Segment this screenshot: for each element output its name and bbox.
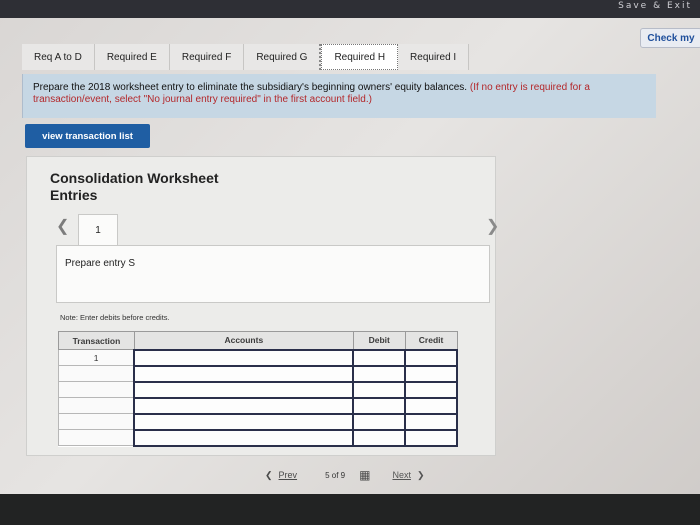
prev-button[interactable]: ❮ Prev [265,470,297,481]
bottom-bar [0,494,700,525]
credit-input[interactable] [404,396,458,415]
tab-required-h[interactable]: Required H [321,44,399,70]
transaction-cell [58,365,135,382]
table-row [58,412,458,431]
table-row [58,428,458,447]
tab-req-a-to-d[interactable]: Req A to D [22,44,95,70]
header-credit: Credit [404,331,458,350]
transaction-cell [58,397,135,414]
transaction-cell [58,381,135,398]
view-transaction-list-button[interactable]: view transaction list [25,124,150,148]
grid-icon[interactable]: ▦ [359,468,370,482]
debit-input[interactable] [352,380,407,399]
debit-input[interactable] [352,364,407,383]
requirement-tabs: Req A to D Required E Required F Require… [22,44,470,70]
account-select[interactable] [133,428,355,447]
chevron-left-icon[interactable]: ❮ [56,216,69,236]
instructions-box: Prepare the 2018 worksheet entry to elim… [22,74,656,118]
page-indicator: 5 of 9 [325,471,345,480]
panel-title: Consolidation Worksheet Entries [50,170,219,203]
credit-input[interactable] [404,364,458,383]
credit-input[interactable] [404,412,458,431]
table-row [58,380,458,399]
debit-input[interactable] [352,348,407,367]
tab-required-g[interactable]: Required G [244,44,322,70]
account-select[interactable] [133,412,355,431]
header-accounts: Accounts [133,331,354,350]
debit-input[interactable] [352,428,407,447]
debit-input[interactable] [352,396,407,415]
account-select[interactable] [133,396,355,415]
page-total: 9 [340,470,346,480]
instructions-text: Prepare the 2018 worksheet entry to elim… [33,82,468,93]
chevron-right-icon: ❯ [416,469,425,480]
tab-required-i[interactable]: Required I [398,44,470,70]
save-exit-button[interactable]: Save & Exit [618,1,692,11]
page-of: of [331,470,339,480]
account-select[interactable] [133,348,355,367]
next-button[interactable]: Next ❯ [392,470,424,481]
entry-prompt-box: Prepare entry S [56,245,490,303]
account-select[interactable] [133,364,355,383]
page-current: 5 [325,470,330,480]
table-row [58,364,458,383]
entry-prompt: Prepare entry S [65,258,136,269]
debit-credit-note: Note: Enter debits before credits. [60,313,170,322]
debit-input[interactable] [352,412,407,431]
chevron-right-icon[interactable]: ❯ [486,216,499,236]
credit-input[interactable] [404,428,458,447]
next-label: Next [392,470,411,480]
table-row [58,396,458,415]
transaction-cell [58,429,135,446]
chevron-left-icon: ❮ [265,469,273,480]
header-transaction: Transaction [58,331,135,350]
header-debit: Debit [352,331,406,350]
transaction-cell [58,413,135,430]
tab-required-f[interactable]: Required F [169,44,245,70]
prev-label: Prev [278,470,298,480]
pagination: ❮ Prev 5 of 9 ▦ Next ❯ [265,466,425,484]
table-row: 1 [58,348,458,367]
top-bar: Save & Exit [0,0,700,18]
credit-input[interactable] [404,380,458,399]
transaction-cell: 1 [58,349,135,366]
credit-input[interactable] [404,348,458,367]
check-my-work-button[interactable]: Check my [640,28,700,48]
journal-entry-table: Transaction Accounts Debit Credit 1 [58,331,458,447]
tab-required-e[interactable]: Required E [94,44,170,70]
entry-tab-1[interactable]: 1 [78,214,118,246]
account-select[interactable] [133,380,355,399]
